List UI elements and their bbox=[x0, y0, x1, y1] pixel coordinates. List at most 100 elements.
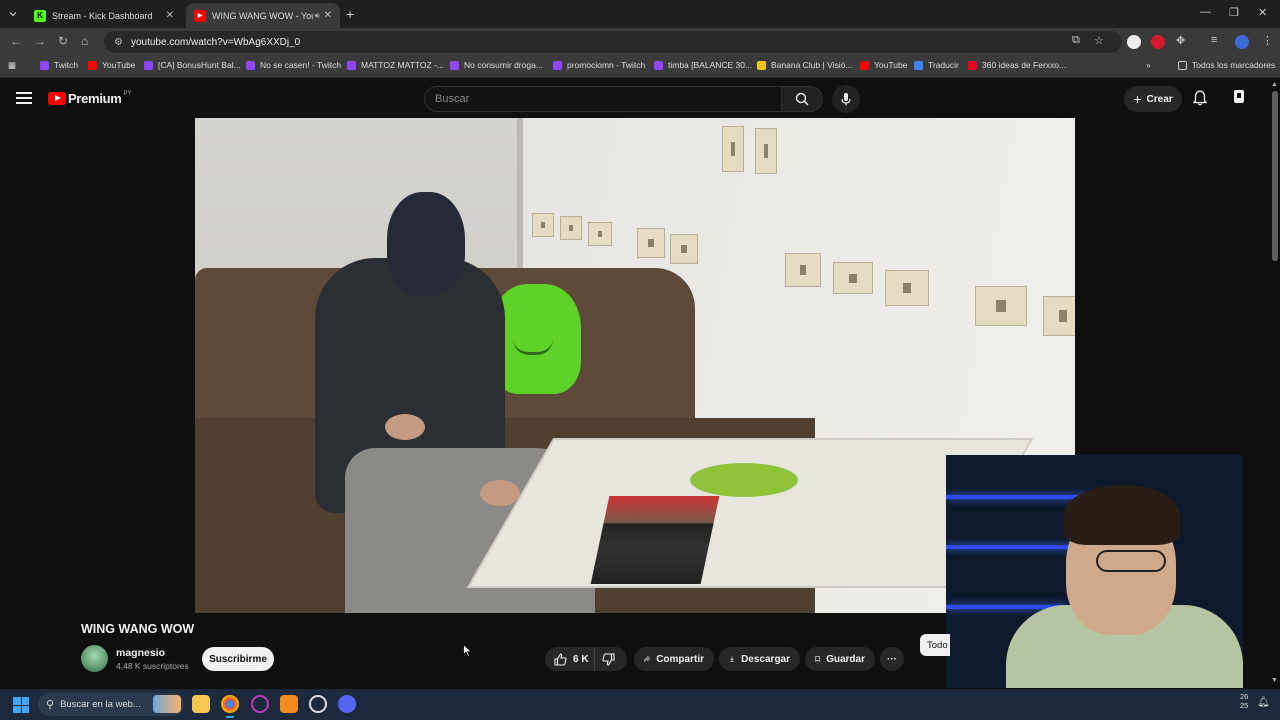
bookmark-star-icon[interactable]: ☆ bbox=[1094, 34, 1104, 47]
extension-icon[interactable] bbox=[1127, 35, 1141, 49]
subscriber-count: 4,48 K suscriptores bbox=[116, 661, 189, 671]
all-bookmarks-folder[interactable]: Todos los marcadores bbox=[1178, 60, 1275, 70]
youtube-masthead: Premium PY Buscar + Crear bbox=[0, 79, 1270, 119]
account-avatar-icon[interactable] bbox=[1232, 89, 1246, 105]
channel-name[interactable]: magnesio bbox=[116, 647, 165, 659]
clock-line: 26 bbox=[1240, 692, 1249, 701]
wall-switch bbox=[560, 216, 582, 240]
bookmark-item[interactable]: No consumir droga... bbox=[450, 60, 543, 70]
menu-icon[interactable] bbox=[16, 92, 32, 104]
discord-icon[interactable] bbox=[338, 695, 356, 713]
wall-switch bbox=[532, 213, 554, 237]
bookmark-item[interactable]: Banana Club | Visió... bbox=[757, 60, 852, 70]
like-count: 6 K bbox=[573, 653, 589, 665]
extension-icon[interactable] bbox=[1151, 35, 1165, 49]
tab-youtube-video[interactable]: ▶ WING WANG WOW - YouTube 🔊︎ ✕ bbox=[186, 3, 340, 28]
window-close-icon[interactable]: ✕ bbox=[1258, 6, 1267, 19]
twitch-icon bbox=[144, 60, 153, 70]
folder-icon bbox=[1178, 60, 1187, 70]
search-input[interactable]: Buscar bbox=[424, 86, 782, 112]
subscribe-button[interactable]: Suscribirme bbox=[202, 647, 274, 671]
bookmark-icon bbox=[815, 656, 820, 663]
more-actions-button[interactable]: ··· bbox=[880, 647, 904, 671]
share-button[interactable]: Compartir bbox=[634, 647, 714, 671]
search-highlight-icon[interactable] bbox=[153, 695, 181, 713]
windows-taskbar: ⚲ Buscar en la web... bbox=[0, 689, 1280, 720]
twitch-icon bbox=[40, 60, 49, 70]
reload-icon[interactable]: ↻ bbox=[58, 34, 68, 48]
close-icon[interactable]: ✕ bbox=[324, 10, 332, 21]
site-info-icon[interactable]: ⚙ bbox=[114, 37, 123, 48]
install-app-icon[interactable]: ⧉ bbox=[1072, 34, 1080, 47]
close-icon[interactable]: ✕ bbox=[166, 10, 174, 21]
bookmark-item[interactable]: Traducir bbox=[914, 60, 959, 70]
bookmark-item[interactable]: YouTube bbox=[88, 60, 135, 70]
more-menu-icon[interactable]: ⋮ bbox=[1262, 34, 1273, 47]
mouse-cursor-icon bbox=[463, 644, 472, 657]
twitch-icon bbox=[553, 60, 562, 70]
bookmark-item[interactable]: MATTOZ MATTOZ -... bbox=[347, 60, 444, 70]
chrome-icon[interactable] bbox=[221, 695, 239, 718]
obs-icon[interactable] bbox=[309, 695, 327, 713]
search-icon bbox=[795, 92, 809, 106]
tab-search-button[interactable] bbox=[4, 5, 22, 23]
notification-center-icon[interactable]: 🔔︎ bbox=[1257, 697, 1270, 708]
page-scrollbar[interactable]: ▲ ▼ bbox=[1270, 79, 1280, 689]
app-icon[interactable] bbox=[280, 695, 298, 713]
chevron-down-icon bbox=[9, 12, 17, 17]
voice-search-button[interactable] bbox=[832, 85, 860, 113]
address-bar[interactable]: ⚙ youtube.com/watch?v=WbAg6XXDj_0 bbox=[104, 31, 1122, 53]
notifications-bell-icon[interactable] bbox=[1193, 90, 1207, 106]
bookmark-item[interactable]: timba [BALANCE 30... bbox=[654, 60, 752, 70]
browser-tab-strip: K Stream - Kick Dashboard ✕ ▶ WING WANG … bbox=[0, 0, 1280, 28]
extensions-puzzle-icon[interactable]: ✥ bbox=[1176, 34, 1185, 47]
scroll-up-icon[interactable]: ▲ bbox=[1271, 81, 1278, 88]
video-frame-person-head bbox=[387, 192, 465, 296]
save-label: Guardar bbox=[826, 653, 865, 665]
taskbar-clock[interactable]: 26 25 bbox=[1240, 692, 1248, 710]
scroll-down-icon[interactable]: ▼ bbox=[1271, 677, 1278, 684]
plus-icon: + bbox=[1133, 91, 1142, 107]
url-text: youtube.com/watch?v=WbAg6XXDj_0 bbox=[130, 36, 301, 48]
minimize-icon[interactable]: — bbox=[1200, 6, 1211, 18]
bookmark-item[interactable]: Twitch bbox=[40, 60, 78, 70]
logo-text: Premium bbox=[68, 91, 122, 106]
create-label: Crear bbox=[1146, 93, 1173, 105]
profile-avatar[interactable] bbox=[1235, 35, 1249, 49]
new-tab-button[interactable]: + bbox=[346, 6, 354, 22]
dislike-button[interactable] bbox=[595, 647, 627, 671]
tab-kick-dashboard[interactable]: K Stream - Kick Dashboard ✕ bbox=[26, 3, 182, 28]
more-bookmarks-icon[interactable]: » bbox=[1146, 60, 1151, 70]
wall-switch bbox=[885, 270, 929, 306]
bookmark-item[interactable]: [CA] BonusHunt Bal... bbox=[144, 60, 241, 70]
youtube-icon bbox=[860, 60, 869, 70]
search-button[interactable] bbox=[781, 86, 823, 112]
channel-avatar[interactable] bbox=[81, 645, 108, 672]
kick-icon: K bbox=[34, 9, 46, 22]
bookmark-item[interactable]: 360 ideas de Ferxxo... bbox=[968, 60, 1066, 70]
bookmark-item[interactable]: promociomn - Twitch bbox=[553, 60, 645, 70]
opera-gx-icon[interactable] bbox=[251, 695, 269, 713]
apps-grid-icon[interactable]: ▦ bbox=[8, 60, 16, 71]
home-icon[interactable]: ⌂ bbox=[81, 34, 88, 48]
bookmark-item[interactable]: YouTube bbox=[860, 60, 907, 70]
create-button[interactable]: + Crear bbox=[1124, 86, 1182, 112]
media-control-icon[interactable]: ≡ bbox=[1211, 34, 1217, 46]
video-player[interactable] bbox=[195, 118, 1075, 613]
file-explorer-icon[interactable] bbox=[192, 695, 210, 713]
like-button[interactable]: 6 K bbox=[545, 647, 595, 671]
youtube-logo[interactable]: Premium PY bbox=[48, 91, 132, 106]
download-button[interactable]: Descargar bbox=[719, 647, 800, 671]
wall-switch bbox=[588, 222, 612, 246]
speaker-icon[interactable]: 🔊︎ bbox=[315, 11, 320, 21]
windows-start-icon[interactable] bbox=[13, 697, 29, 713]
download-icon bbox=[730, 656, 735, 662]
wall-switch bbox=[785, 253, 821, 287]
filter-chip-all[interactable]: Todo bbox=[920, 634, 950, 656]
back-icon[interactable]: ← bbox=[10, 34, 22, 48]
bookmark-item[interactable]: No se casen! - Twitch bbox=[246, 60, 341, 70]
scrollbar-thumb[interactable] bbox=[1272, 91, 1278, 261]
save-button[interactable]: Guardar bbox=[805, 647, 875, 671]
forward-icon[interactable]: → bbox=[34, 34, 46, 48]
restore-icon[interactable]: ❐ bbox=[1229, 6, 1239, 19]
